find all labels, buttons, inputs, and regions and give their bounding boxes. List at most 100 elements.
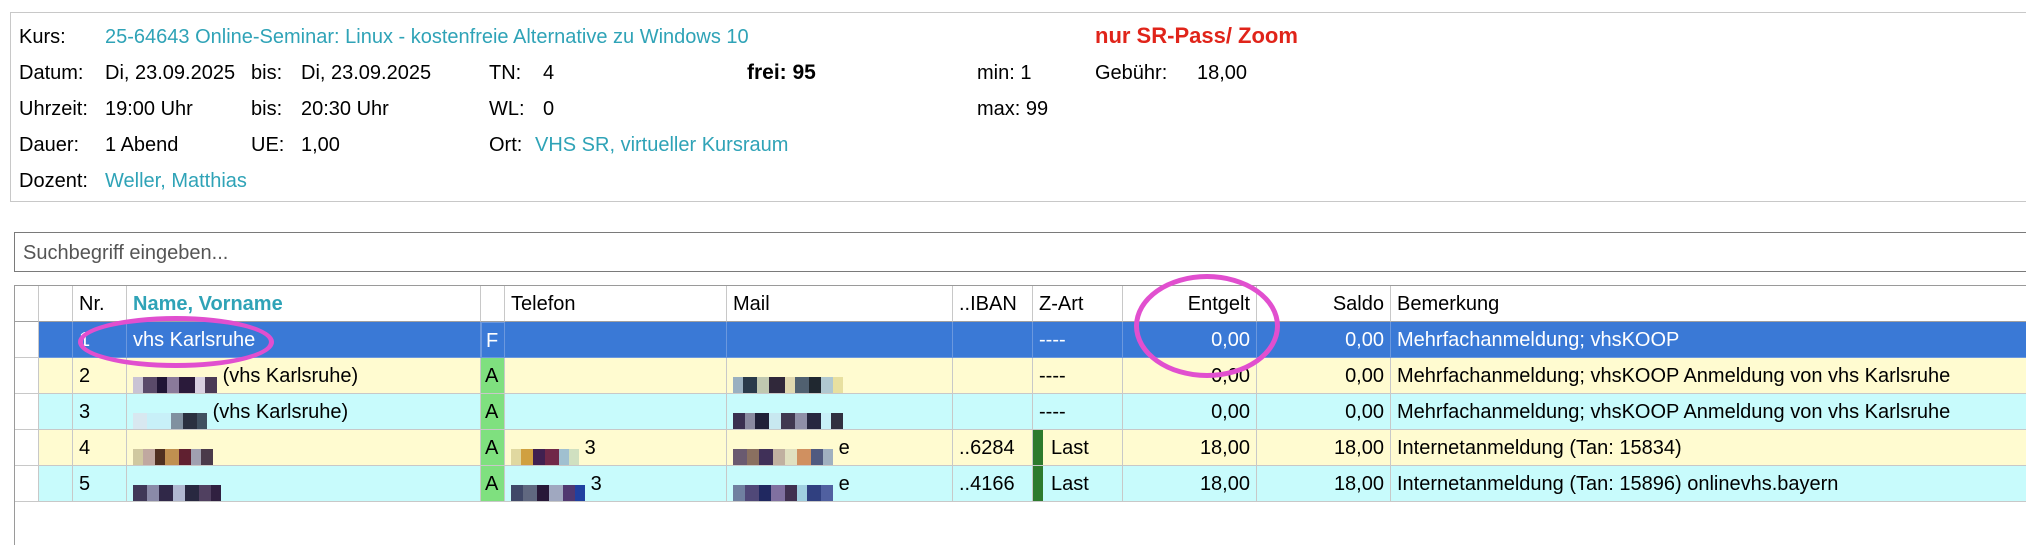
tn-label: TN: <box>489 62 522 84</box>
row-marker <box>39 322 73 358</box>
cell-bemerkung: Internetanmeldung (Tan: 15834) <box>1391 430 2026 466</box>
redacted-name <box>133 405 207 429</box>
cell-zart: ---- <box>1033 394 1123 430</box>
row-marker <box>39 430 73 466</box>
table-row[interactable]: 1 vhs Karlsruhe F ---- 0,00 0,00 Mehrfac… <box>15 322 2026 358</box>
cell-status: A <box>481 430 505 466</box>
row-indicator[interactable] <box>15 430 39 466</box>
row-indicator[interactable] <box>15 322 39 358</box>
table-row[interactable]: 4 A 3 e ..6284 Last 18,00 18,00 Internet… <box>15 430 2026 466</box>
redacted-mail <box>733 477 833 501</box>
cell-nr: 2 <box>73 358 127 394</box>
cell-iban <box>953 358 1033 394</box>
highlight-circle-name <box>78 316 274 368</box>
course-info-panel: Kurs: 25-64643 Online-Seminar: Linux - k… <box>10 12 2026 202</box>
cell-saldo: 18,00 <box>1257 466 1391 502</box>
redacted-phone <box>511 477 585 501</box>
cell-status: A <box>481 466 505 502</box>
bis-time-label: bis: <box>251 98 283 120</box>
wl-label: WL: <box>489 98 525 120</box>
frei-count: frei: 95 <box>747 61 816 84</box>
mail-suffix: e <box>838 473 850 495</box>
cell-status: A <box>481 358 505 394</box>
ort-value[interactable]: VHS SR, virtueller Kursraum <box>535 133 788 157</box>
dozent-value[interactable]: Weller, Matthias <box>105 169 247 193</box>
redacted-mail <box>733 405 843 429</box>
dauer-label: Dauer: <box>19 134 80 156</box>
ue-label: UE: <box>251 134 285 156</box>
gebuehr-value: 18,00 <box>1197 62 1248 84</box>
cell-zart: Last <box>1033 466 1123 502</box>
header-status[interactable] <box>481 286 505 322</box>
cell-iban <box>953 322 1033 358</box>
header-nr[interactable]: Nr. <box>73 286 127 322</box>
cell-telefon <box>505 358 727 394</box>
bis-date-value: Di, 23.09.2025 <box>301 62 432 84</box>
header-mail[interactable]: Mail <box>727 286 953 322</box>
cell-zart: ---- <box>1033 358 1123 394</box>
participants-grid: Nr. Name, Vorname Telefon Mail ..IBAN Z-… <box>14 285 2026 545</box>
highlight-circle-entgelt <box>1134 274 1280 378</box>
row-marker <box>39 394 73 430</box>
max-count: max: 99 <box>977 98 1049 120</box>
table-row[interactable]: 2 (vhs Karlsruhe) A ---- 0,00 0,00 Mehrf… <box>15 358 2026 394</box>
cell-iban: ..6284 <box>953 430 1033 466</box>
cell-mail <box>727 322 953 358</box>
cell-status: F <box>481 322 505 358</box>
row-indicator[interactable] <box>15 358 39 394</box>
grid-header: Nr. Name, Vorname Telefon Mail ..IBAN Z-… <box>15 286 2026 322</box>
row-marker <box>39 358 73 394</box>
ue-value: 1,00 <box>301 134 340 156</box>
header-zart[interactable]: Z-Art <box>1033 286 1123 322</box>
cell-bemerkung: Mehrfachanmeldung; vhsKOOP Anmeldung von… <box>1391 358 2026 394</box>
cell-saldo: 0,00 <box>1257 394 1391 430</box>
cell-status: A <box>481 394 505 430</box>
cell-saldo: 18,00 <box>1257 430 1391 466</box>
dauer-value: 1 Abend <box>105 134 179 156</box>
table-row[interactable]: 5 A 3 e ..4166 Last 18,00 18,00 Internet… <box>15 466 2026 502</box>
row-indicator[interactable] <box>15 466 39 502</box>
cell-name <box>127 466 481 502</box>
search-box[interactable] <box>14 232 2026 273</box>
cell-zart: Last <box>1033 430 1123 466</box>
mail-suffix: e <box>838 437 850 459</box>
cell-entgelt: 18,00 <box>1123 430 1257 466</box>
cell-telefon <box>505 322 727 358</box>
bis-time-value: 20:30 Uhr <box>301 98 389 120</box>
kurs-value[interactable]: 25-64643 Online-Seminar: Linux - kostenf… <box>105 25 749 49</box>
row-indicator[interactable] <box>15 394 39 430</box>
cell-bemerkung: Internetanmeldung (Tan: 15896) onlinevhs… <box>1391 466 2026 502</box>
bis-date-label: bis: <box>251 62 283 84</box>
cell-mail: e <box>727 466 953 502</box>
cell-bemerkung: Mehrfachanmeldung; vhsKOOP Anmeldung von… <box>1391 394 2026 430</box>
table-row[interactable]: 3 (vhs Karlsruhe) A ---- 0,00 0,00 Mehrf… <box>15 394 2026 430</box>
uhrzeit-value: 19:00 Uhr <box>105 98 193 120</box>
row-indicator-header <box>15 286 39 322</box>
redacted-mail <box>733 369 843 393</box>
cell-iban <box>953 394 1033 430</box>
wl-value: 0 <box>543 98 555 120</box>
cell-zart: ---- <box>1033 322 1123 358</box>
header-iban[interactable]: ..IBAN <box>953 286 1033 322</box>
cell-entgelt: 18,00 <box>1123 466 1257 502</box>
redacted-name <box>133 441 213 465</box>
zart-text: Last <box>1051 473 1089 495</box>
redacted-mail <box>733 441 833 465</box>
redacted-name <box>133 369 217 393</box>
search-input[interactable] <box>21 233 2005 273</box>
header-telefon[interactable]: Telefon <box>505 286 727 322</box>
payment-indicator <box>1033 430 1043 465</box>
cell-iban: ..4166 <box>953 466 1033 502</box>
redacted-phone <box>511 441 579 465</box>
header-bemerkung[interactable]: Bemerkung <box>1391 286 2026 322</box>
datum-value: Di, 23.09.2025 <box>105 62 236 84</box>
cell-telefon <box>505 394 727 430</box>
min-count: min: 1 <box>977 62 1032 84</box>
notice-text: nur SR-Pass/ Zoom <box>1095 23 1298 48</box>
cell-name: (vhs Karlsruhe) <box>127 394 481 430</box>
redacted-name <box>133 477 221 501</box>
dozent-label: Dozent: <box>19 170 88 192</box>
name-suffix: (vhs Karlsruhe) <box>212 401 349 423</box>
cell-mail <box>727 358 953 394</box>
datum-label: Datum: <box>19 62 84 84</box>
